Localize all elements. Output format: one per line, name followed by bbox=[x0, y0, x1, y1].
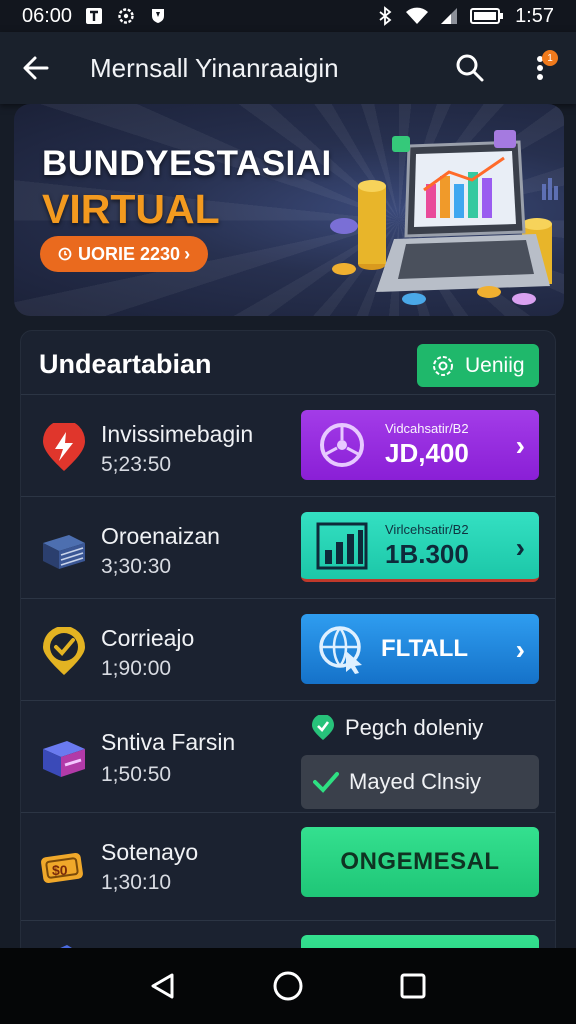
status-button[interactable]: Mayed Clnsiy bbox=[301, 755, 539, 809]
page-title: Mernsall Yinanraaigin bbox=[90, 52, 339, 83]
search-icon bbox=[456, 54, 484, 82]
promo-banner[interactable]: BUNDYESTASIAI VIRTUAL UORIE 2230 › bbox=[14, 104, 564, 316]
chevron-right-icon: › bbox=[515, 532, 525, 563]
battery-icon bbox=[469, 6, 505, 26]
install-button[interactable]: FLTALL › bbox=[301, 614, 539, 684]
download-button[interactable]: ONGEMESAL bbox=[301, 827, 539, 897]
price-value: JD,400 bbox=[385, 438, 469, 468]
list-item[interactable]: Invissimebagin 5;23:50 Vidcahsatir/B2 JD… bbox=[21, 395, 555, 497]
card-header: Undeartabian Ueniig bbox=[21, 331, 555, 395]
item-time: 1;50:50 bbox=[101, 763, 172, 786]
status-time-left: 06:00 bbox=[22, 4, 73, 27]
arrow-left-icon bbox=[23, 56, 49, 80]
price-caption: Vidcahsatir/B2 bbox=[385, 421, 469, 436]
system-nav-bar bbox=[0, 948, 576, 1024]
price-text: Vidcahsatir/B2 JD,400 bbox=[385, 421, 469, 469]
more-menu-button[interactable]: 1 bbox=[522, 50, 558, 86]
nav-home-button[interactable] bbox=[268, 966, 308, 1006]
status-right: 1:57 bbox=[375, 5, 554, 28]
item-name: Invissimebagin bbox=[101, 421, 254, 447]
square-recents-icon bbox=[400, 973, 426, 999]
item-name: Oroenaizan bbox=[101, 523, 220, 549]
status-left: 06:00 bbox=[22, 5, 168, 28]
bar-chart-icon bbox=[313, 517, 371, 575]
triangle-back-icon bbox=[151, 973, 174, 999]
list-card: Undeartabian Ueniig Invissimebagin 5;23:… bbox=[20, 330, 556, 970]
box-icon bbox=[43, 741, 85, 777]
svg-text:$0: $0 bbox=[52, 862, 68, 878]
app-bar: Mernsall Yinanraaigin 1 bbox=[0, 32, 576, 104]
banner-pill-button[interactable]: UORIE 2230 › bbox=[40, 236, 209, 272]
item-time: 3;30:30 bbox=[101, 555, 172, 578]
status-line: Pegch doleniy bbox=[311, 715, 483, 741]
search-button[interactable] bbox=[452, 50, 488, 86]
item-name: Sotenayo bbox=[101, 839, 199, 865]
shield-check-icon bbox=[312, 715, 334, 740]
card-title: Undeartabian bbox=[39, 349, 212, 379]
notification-badge: 1 bbox=[542, 50, 558, 66]
list-item[interactable]: Corrieajo 1;90:00 FLTALL › bbox=[21, 599, 555, 701]
banner-pill-label: UORIE 2230 bbox=[78, 243, 181, 264]
item-time: 1;30:10 bbox=[101, 871, 172, 894]
back-button[interactable] bbox=[18, 50, 54, 86]
check-pin-icon bbox=[43, 627, 85, 675]
gear-icon bbox=[433, 355, 453, 376]
price-value: 1B.300 bbox=[385, 538, 469, 569]
price-text: Virlcehsatir/B2 1B.300 bbox=[385, 522, 469, 570]
red-pin-icon bbox=[43, 423, 85, 471]
laptop-coins-illustration bbox=[330, 130, 558, 305]
shield-icon bbox=[148, 6, 168, 26]
globe-pointer-icon bbox=[313, 620, 371, 678]
notification-t-icon bbox=[84, 6, 104, 26]
header-action-label: Ueniig bbox=[465, 353, 525, 377]
check-icon bbox=[313, 772, 339, 793]
download-label: ONGEMESAL bbox=[340, 848, 500, 875]
install-label: FLTALL bbox=[381, 635, 469, 662]
item-time: 1;90:00 bbox=[101, 657, 172, 680]
price-button[interactable]: Vidcahsatir/B2 JD,400 › bbox=[301, 410, 539, 480]
coin-stack-left bbox=[358, 180, 386, 270]
bluetooth-icon bbox=[375, 6, 395, 26]
wheel-icon bbox=[313, 416, 371, 474]
list-item[interactable]: Oroenaizan 3;30:30 Virlcehsatir/B2 1B.30… bbox=[21, 497, 555, 599]
circle-home-icon bbox=[273, 971, 303, 1001]
banner-subtitle: VIRTUAL bbox=[42, 186, 220, 232]
price-button[interactable]: Virlcehsatir/B2 1B.300 › bbox=[301, 512, 539, 582]
banner-title: BUNDYESTASIAI bbox=[42, 144, 332, 183]
status-bar: 06:00 1:57 bbox=[0, 0, 576, 32]
header-action-button[interactable]: Ueniig bbox=[417, 344, 539, 387]
app-actions: 1 bbox=[452, 50, 558, 86]
list-item[interactable]: $0 Sotenayo 1;30:10 ONGEMESAL bbox=[21, 813, 555, 921]
status-line-label: Pegch doleniy bbox=[345, 715, 484, 740]
books-icon bbox=[43, 535, 85, 569]
chevron-right-icon: › bbox=[515, 634, 525, 665]
settings-icon bbox=[116, 6, 136, 26]
price-caption: Virlcehsatir/B2 bbox=[385, 521, 469, 537]
wifi-icon bbox=[405, 6, 429, 26]
item-name: Sntiva Farsin bbox=[101, 729, 236, 755]
item-time: 5;23:50 bbox=[101, 453, 172, 476]
chevron-right-icon: › bbox=[184, 243, 191, 264]
chevron-right-icon: › bbox=[515, 430, 525, 461]
signal-icon bbox=[439, 6, 459, 26]
clock-icon bbox=[58, 247, 72, 261]
status-time-right: 1:57 bbox=[515, 4, 554, 27]
money-icon: $0 bbox=[41, 852, 83, 884]
laptop-icon bbox=[376, 140, 550, 292]
item-name: Corrieajo bbox=[101, 625, 195, 651]
nav-recents-button[interactable] bbox=[393, 966, 433, 1006]
nav-back-button[interactable] bbox=[143, 966, 183, 1006]
status-button-label: Mayed Clnsiy bbox=[349, 769, 482, 794]
